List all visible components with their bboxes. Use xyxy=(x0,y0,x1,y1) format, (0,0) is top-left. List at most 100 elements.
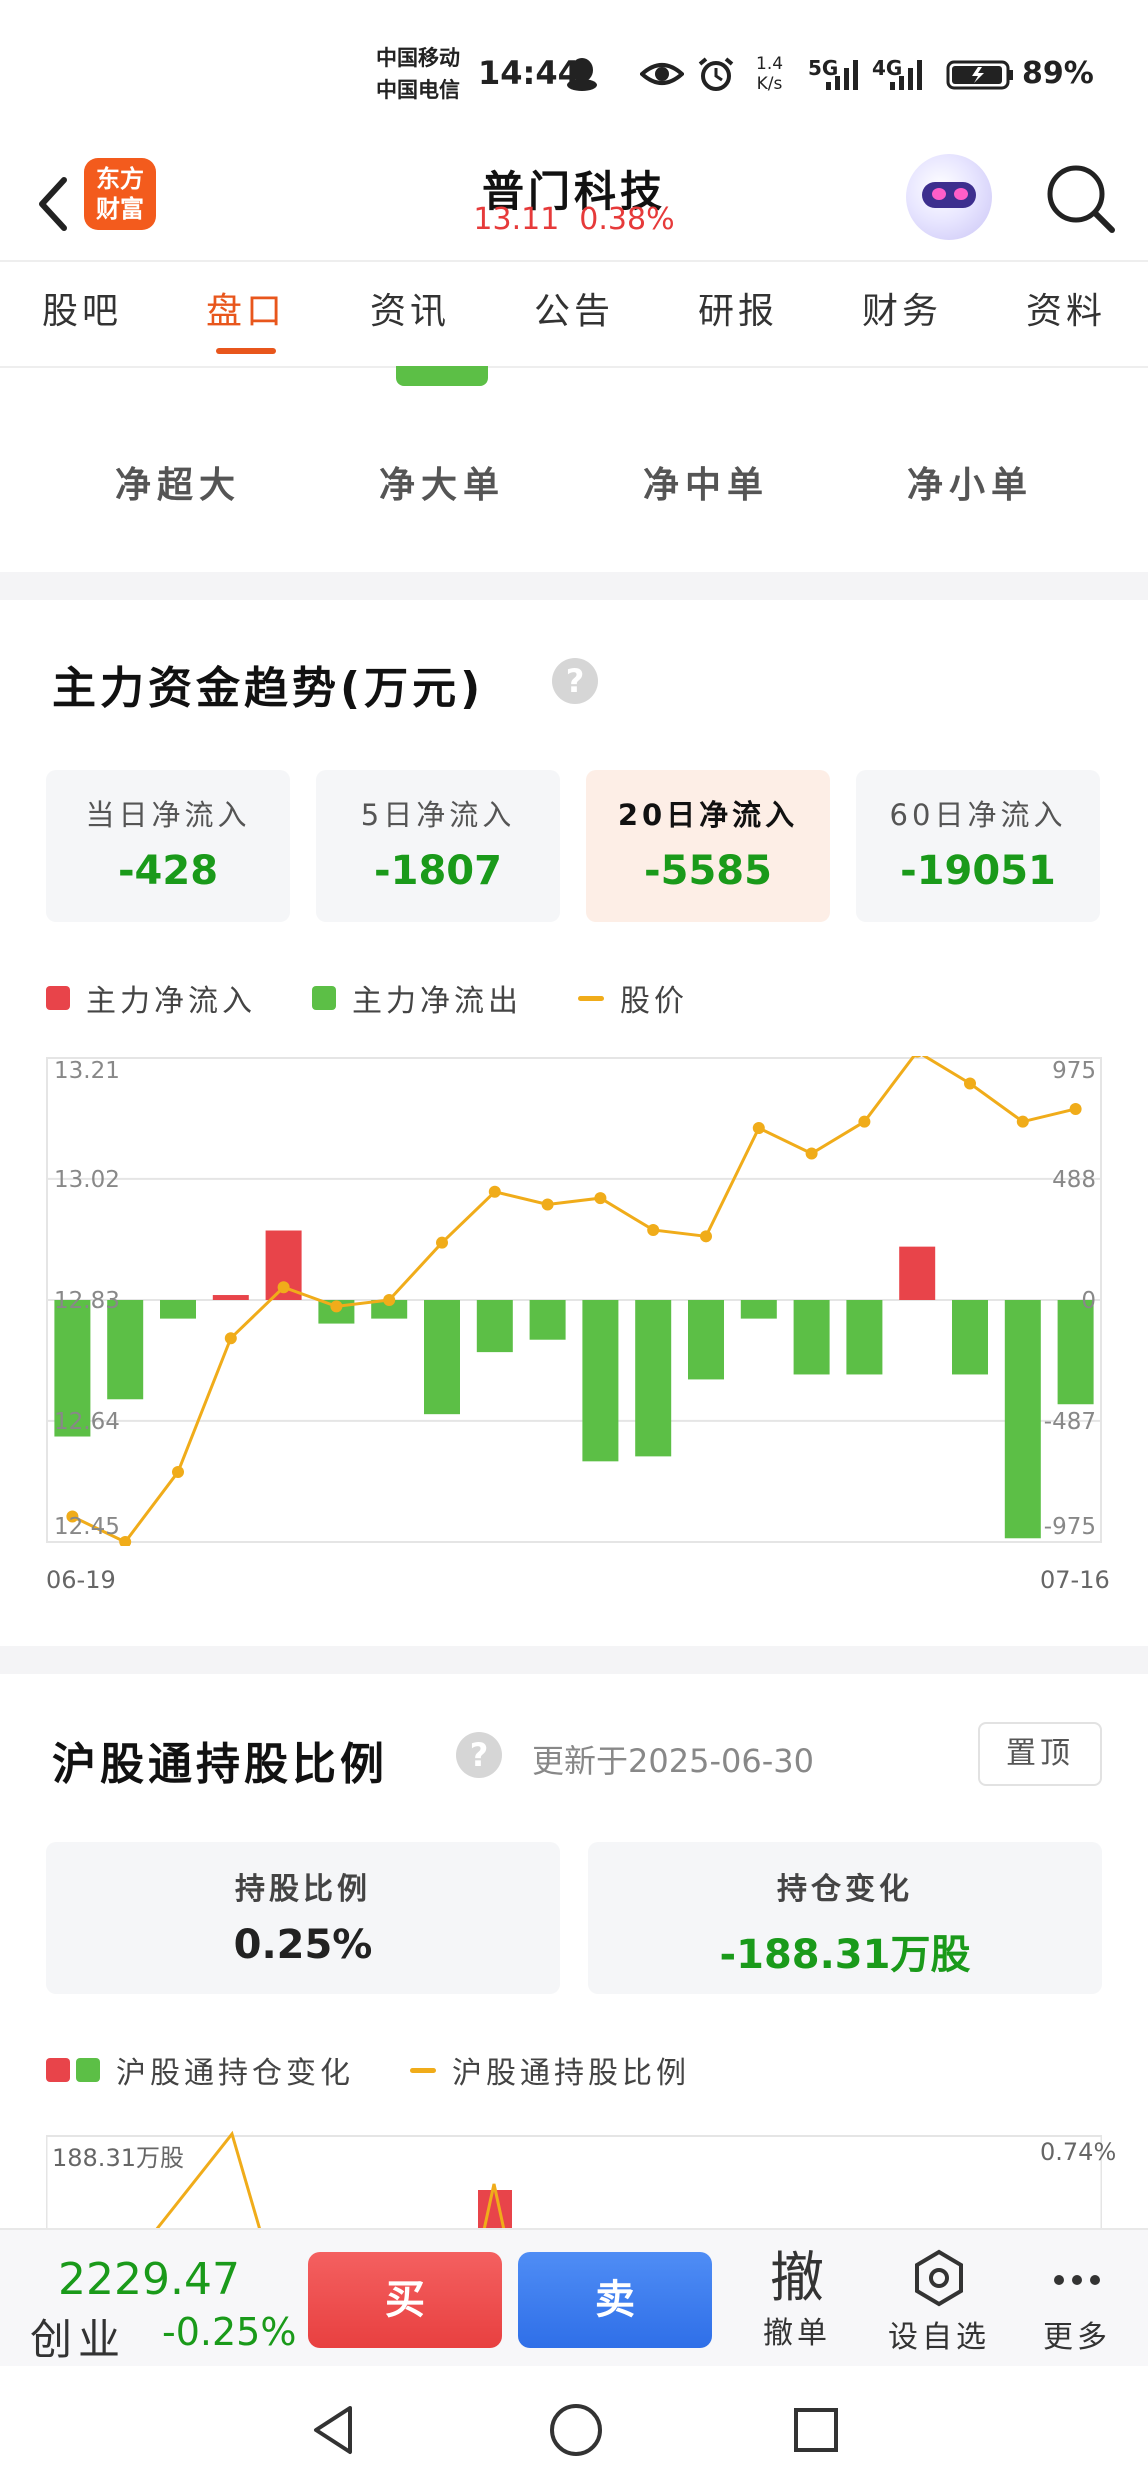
pin-to-top-button[interactable]: 置顶 xyxy=(978,1722,1102,1786)
signal-icon-2 xyxy=(890,60,922,90)
signal-icon-1 xyxy=(826,60,858,90)
bar-fragment xyxy=(396,366,488,386)
net-speed: 1.4 K/s xyxy=(756,54,783,94)
card-label: 当日净流入 xyxy=(85,798,251,832)
index-value[interactable]: 2229.47 xyxy=(58,2254,240,2305)
flow-bar xyxy=(424,1300,460,1415)
nav-home-icon[interactable] xyxy=(546,2400,606,2460)
legend-inflow: 主力净流入 xyxy=(46,976,256,1020)
stock-price: 13.11 xyxy=(473,202,560,237)
card-label: 60日净流入 xyxy=(889,798,1067,832)
price-point xyxy=(541,1198,554,1211)
carrier-2: 中国电信 xyxy=(376,78,460,102)
nav-recents-icon[interactable] xyxy=(786,2400,846,2460)
index-change[interactable]: -0.25% xyxy=(162,2310,296,2354)
nav-back-icon[interactable] xyxy=(306,2400,360,2460)
legend-hgt-change-label: 沪股通持仓变化 xyxy=(116,2056,354,2091)
left-axis-tick: 12.83 xyxy=(54,1288,120,1314)
bottom-trade-bar: 2229.47 创业 -0.25% 买 卖 撤 撤单 设自选 更多 xyxy=(0,2228,1148,2366)
more-dots-icon xyxy=(1054,2275,1100,2285)
flow-bar xyxy=(952,1300,988,1375)
legend-inflow-label: 主力净流入 xyxy=(86,984,256,1019)
flow-bar xyxy=(899,1246,936,1300)
trend-title: 主力资金趋势(万元) xyxy=(52,663,485,714)
legend-outflow-label: 主力净流出 xyxy=(352,984,522,1019)
left-axis-tick: 12.64 xyxy=(54,1409,120,1435)
card-60day[interactable]: 60日净流入 -19051 xyxy=(856,770,1100,922)
battery-icon xyxy=(946,60,1013,90)
price-point xyxy=(700,1230,712,1243)
card-20day[interactable]: 20日净流入 -5585 xyxy=(586,770,830,922)
price-point xyxy=(964,1077,976,1090)
tab-guba[interactable]: 股吧 xyxy=(0,262,164,366)
flow-bar xyxy=(107,1300,144,1400)
tab-announcements[interactable]: 公告 xyxy=(492,262,656,366)
tab-pankou[interactable]: 盘口 xyxy=(164,262,328,366)
section-divider xyxy=(0,1646,1148,1674)
hgt-bar xyxy=(478,2190,512,2230)
help-icon[interactable]: ? xyxy=(456,1732,502,1778)
flow-bar xyxy=(740,1300,777,1319)
position-change-label: 持仓变化 xyxy=(777,1872,913,1907)
update-date: 更新于2025-06-30 xyxy=(532,1742,814,1780)
cancel-icon: 撤 xyxy=(770,2246,824,2309)
price-point xyxy=(436,1236,448,1249)
search-icon[interactable] xyxy=(1040,158,1120,238)
legend-hgt-change: 沪股通持仓变化 xyxy=(46,2048,354,2092)
card-label: 20日净流入 xyxy=(617,798,799,832)
left-axis-tick: 13.02 xyxy=(54,1167,120,1193)
assistant-robot-avatar[interactable] xyxy=(906,154,992,240)
status-bar: 中国移动 中国电信 14:44 1.4 K/s 5G 4G 89% xyxy=(0,0,1148,150)
order-size-labels: 净超大 净大单 净中单 净小单 xyxy=(0,456,1148,526)
position-change-card: 持仓变化 -188.31万股 xyxy=(588,1842,1102,1994)
price-point xyxy=(1069,1102,1082,1115)
right-axis-tick: 488 xyxy=(1052,1167,1096,1193)
flow-bar xyxy=(160,1300,196,1319)
sell-button[interactable]: 卖 xyxy=(518,2252,712,2348)
hgt-chart-frame xyxy=(46,2135,1102,2230)
watchlist-icon xyxy=(915,2249,963,2307)
index-name[interactable]: 创业 xyxy=(30,2306,126,2367)
left-axis-tick: 13.21 xyxy=(54,1058,120,1084)
card-value: -428 xyxy=(117,848,219,894)
stock-change: 0.38% xyxy=(579,202,675,237)
add-watchlist-button[interactable]: 设自选 xyxy=(884,2248,994,2356)
legend-outflow: 主力净流出 xyxy=(312,976,522,1020)
price-point xyxy=(858,1115,871,1128)
tab-finance[interactable]: 财务 xyxy=(820,262,984,366)
right-axis-tick: -975 xyxy=(1044,1514,1096,1540)
section-divider xyxy=(0,572,1148,600)
watchlist-label: 设自选 xyxy=(888,2320,990,2355)
more-label: 更多 xyxy=(1043,2320,1111,2355)
tab-news[interactable]: 资讯 xyxy=(328,262,492,366)
holding-ratio-card: 持股比例 0.25% xyxy=(46,1842,560,1994)
hgt-chart[interactable] xyxy=(46,2124,1102,2230)
buy-button[interactable]: 买 xyxy=(308,2252,502,2348)
flow-bar xyxy=(846,1300,883,1375)
card-5day[interactable]: 5日净流入 -1807 xyxy=(316,770,560,922)
tab-research[interactable]: 研报 xyxy=(656,262,820,366)
price-point xyxy=(277,1281,290,1294)
legend-price: 股价 xyxy=(578,976,688,1020)
right-axis-tick: 975 xyxy=(1052,1058,1096,1084)
legend-swatch-green xyxy=(76,2058,100,2082)
price-point xyxy=(805,1147,818,1160)
help-icon[interactable]: ? xyxy=(552,658,598,704)
label-medium: 净中单 xyxy=(642,465,769,506)
flow-bar xyxy=(793,1300,830,1375)
flow-bar xyxy=(688,1300,724,1380)
flow-bar xyxy=(635,1300,672,1457)
tab-profile[interactable]: 资料 xyxy=(984,262,1148,366)
battery-percent: 89% xyxy=(1022,56,1094,91)
more-button[interactable]: 更多 xyxy=(1022,2248,1132,2356)
holding-ratio-label: 持股比例 xyxy=(235,1872,371,1907)
carrier-info: 中国移动 中国电信 xyxy=(376,42,460,106)
legend-hgt-ratio-label: 沪股通持股比例 xyxy=(452,2056,690,2091)
left-axis-tick: 12.45 xyxy=(54,1514,120,1540)
chart-start-date: 06-19 xyxy=(46,1566,116,1594)
label-small: 净小单 xyxy=(906,465,1033,506)
fund-trend-chart[interactable]: 13.21 13.02 12.83 12.64 12.45 975 488 0 -487 -975 xyxy=(46,1056,1102,1546)
price-point xyxy=(172,1465,184,1478)
cancel-order-button[interactable]: 撤 撤单 xyxy=(742,2248,852,2352)
card-today[interactable]: 当日净流入 -428 xyxy=(46,770,290,922)
